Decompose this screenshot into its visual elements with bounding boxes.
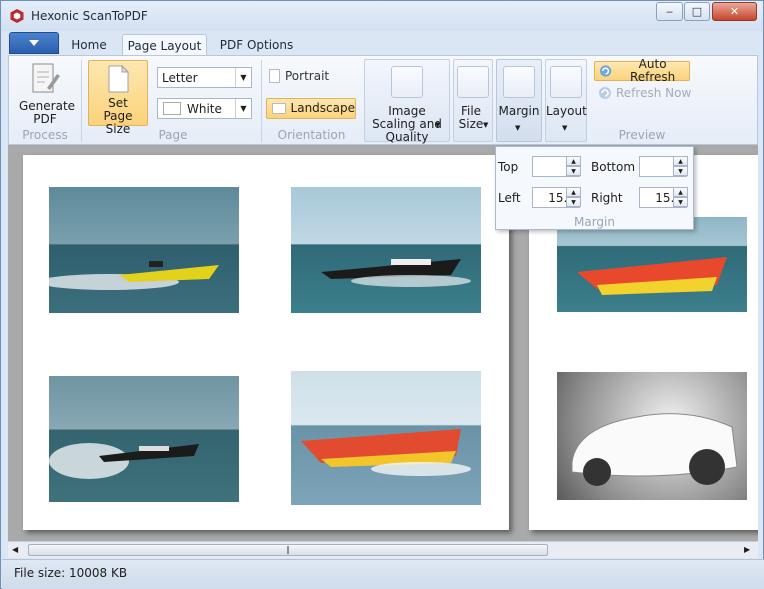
- layout-icon: [550, 66, 582, 98]
- generate-pdf-button[interactable]: Generate PDF: [15, 62, 75, 126]
- preview-group-label: Preview: [618, 128, 666, 142]
- left-label: Left: [498, 191, 521, 205]
- landscape-label: Landscape: [290, 101, 355, 115]
- app-menu-button[interactable]: [9, 32, 59, 54]
- boat-photo: [49, 187, 239, 313]
- dropdown-arrow-icon: ▼: [483, 121, 489, 129]
- portrait-option[interactable]: Portrait: [269, 69, 339, 83]
- restore-icon: □: [691, 5, 703, 18]
- page-color-dropdown[interactable]: White ▼: [157, 98, 252, 119]
- dropdown-arrow-icon: ▼: [562, 124, 568, 132]
- layout-label: Layout: [546, 104, 587, 118]
- tab-pdf-options[interactable]: PDF Options: [214, 34, 299, 56]
- close-icon: ✕: [729, 5, 740, 18]
- boat-photo: [557, 217, 747, 312]
- layout-button[interactable]: Layout ▼: [545, 59, 587, 142]
- ribbon-panel: Generate PDF Process Set Page Size Lette…: [8, 55, 758, 145]
- preview-page: [23, 155, 509, 530]
- margin-icon: [503, 66, 535, 98]
- bottom-margin-stepper[interactable]: ▲ ▼: [673, 156, 688, 177]
- image-scaling-button[interactable]: Image Scaling and Quality ▼: [364, 59, 450, 144]
- spin-down-icon[interactable]: ▼: [673, 197, 688, 207]
- spin-down-icon[interactable]: ▼: [566, 166, 581, 176]
- margin-group-label: Margin: [574, 215, 615, 229]
- top-margin-stepper[interactable]: ▲ ▼: [566, 156, 581, 177]
- chevron-down-icon: [29, 40, 39, 46]
- document-pen-icon: [32, 63, 60, 93]
- status-bar: File size: 10008 KB: [2, 559, 764, 589]
- dropdown-arrow-icon: ▼: [515, 124, 521, 132]
- group-divider: [81, 60, 82, 142]
- title-bar[interactable]: Hexonic ScanToPDF ‒ □ ✕: [1, 1, 763, 31]
- boat-photo: [291, 187, 481, 313]
- refresh-icon: [599, 65, 612, 77]
- hexagon-logo-icon: [10, 9, 24, 23]
- landscape-page-icon: [272, 103, 286, 114]
- margin-label: Margin: [498, 104, 540, 118]
- spin-up-icon[interactable]: ▲: [566, 187, 581, 197]
- refresh-now-button[interactable]: Refresh Now: [598, 84, 694, 102]
- dropdown-arrow-icon: ▼: [235, 68, 251, 87]
- portrait-label: Portrait: [285, 68, 330, 83]
- paper-size-value: Letter: [162, 70, 198, 85]
- horizontal-scrollbar[interactable]: ◀ ‖ ▶: [8, 541, 758, 558]
- spin-up-icon[interactable]: ▲: [673, 187, 688, 197]
- page-color-value: White: [187, 101, 222, 116]
- file-size-icon: [457, 66, 489, 98]
- page-icon: [108, 64, 130, 93]
- auto-refresh-button[interactable]: Auto Refresh: [594, 57, 690, 84]
- page-group-label: Page: [158, 128, 188, 142]
- scroll-left-icon[interactable]: ◀: [12, 545, 18, 554]
- auto-refresh-label: Auto Refresh: [629, 57, 676, 84]
- orientation-group-label: Orientation: [277, 128, 346, 142]
- spin-down-icon[interactable]: ▼: [566, 197, 581, 207]
- dropdown-arrow-icon: ▼: [435, 121, 441, 129]
- portrait-page-icon: [269, 69, 280, 83]
- scaling-icon: [391, 66, 423, 98]
- window-title: Hexonic ScanToPDF: [31, 9, 148, 23]
- app-window: Hexonic ScanToPDF ‒ □ ✕ Home Page Layout…: [0, 0, 764, 589]
- refresh-now-label: Refresh Now: [616, 85, 692, 100]
- right-margin-stepper[interactable]: ▲ ▼: [673, 187, 688, 208]
- spin-up-icon[interactable]: ▲: [566, 156, 581, 166]
- file-size-button[interactable]: File Size ▼: [453, 59, 493, 142]
- boat-photo: [291, 371, 481, 505]
- margin-button[interactable]: Margin ▼: [496, 59, 542, 142]
- minimize-icon: ‒: [666, 5, 673, 18]
- tab-home[interactable]: Home: [63, 34, 115, 56]
- top-label: Top: [498, 160, 519, 174]
- left-margin-stepper[interactable]: ▲ ▼: [566, 187, 581, 208]
- file-size-label: File Size: [458, 104, 484, 131]
- minimize-button[interactable]: ‒: [656, 2, 683, 21]
- boat-photo: [49, 376, 239, 502]
- group-divider: [261, 60, 262, 142]
- refresh-icon: [599, 87, 611, 99]
- set-page-size-button[interactable]: Set Page Size: [88, 60, 148, 136]
- generate-pdf-label: Generate PDF: [19, 99, 76, 126]
- scroll-right-icon[interactable]: ▶: [744, 545, 750, 554]
- color-swatch: [163, 102, 181, 115]
- right-label: Right: [591, 191, 623, 205]
- spin-up-icon[interactable]: ▲: [673, 156, 688, 166]
- scroll-thumb[interactable]: ‖: [28, 544, 548, 556]
- process-group-label: Process: [22, 128, 68, 142]
- dropdown-arrow-icon: ▼: [235, 99, 251, 118]
- car-photo: [557, 372, 747, 500]
- tab-page-layout[interactable]: Page Layout: [122, 34, 207, 56]
- paper-size-dropdown[interactable]: Letter ▼: [157, 67, 252, 88]
- bottom-label: Bottom: [591, 160, 636, 174]
- landscape-option[interactable]: Landscape: [266, 98, 356, 119]
- maximize-button[interactable]: □: [684, 2, 710, 21]
- spin-down-icon[interactable]: ▼: [673, 166, 688, 176]
- close-button[interactable]: ✕: [712, 2, 757, 21]
- file-size-status: File size: 10008 KB: [14, 566, 128, 580]
- margin-popup: Top 0 ▲▼ Bottom 0 ▲▼ Left 15.0 ▲▼ Right …: [495, 146, 694, 230]
